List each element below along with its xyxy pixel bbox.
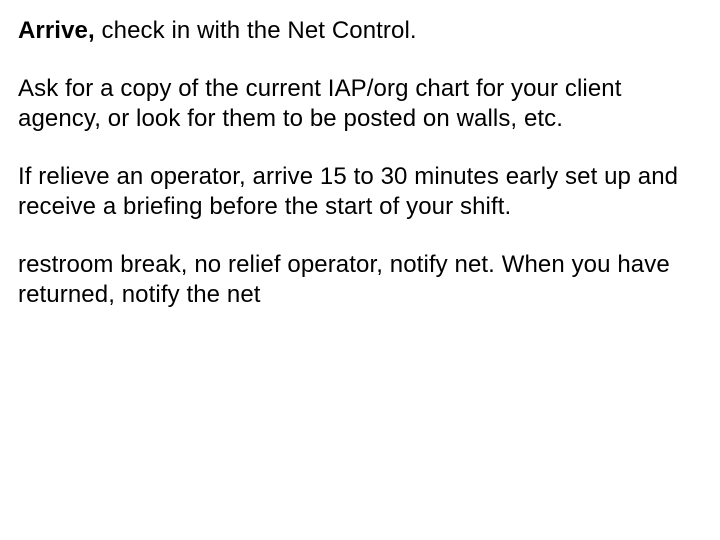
paragraph-iap: Ask for a copy of the current IAP/org ch… [18, 74, 698, 134]
paragraph-restroom: restroom break, no relief operator, noti… [18, 250, 698, 310]
document-page: Arrive, check in with the Net Control. A… [0, 0, 720, 540]
arrive-rest-text: check in with the Net Control. [95, 17, 417, 44]
paragraph-relieve: If relieve an operator, arrive 15 to 30 … [18, 162, 698, 222]
paragraph-arrive: Arrive, check in with the Net Control. [18, 16, 698, 46]
arrive-lead-bold: Arrive, [18, 17, 95, 44]
